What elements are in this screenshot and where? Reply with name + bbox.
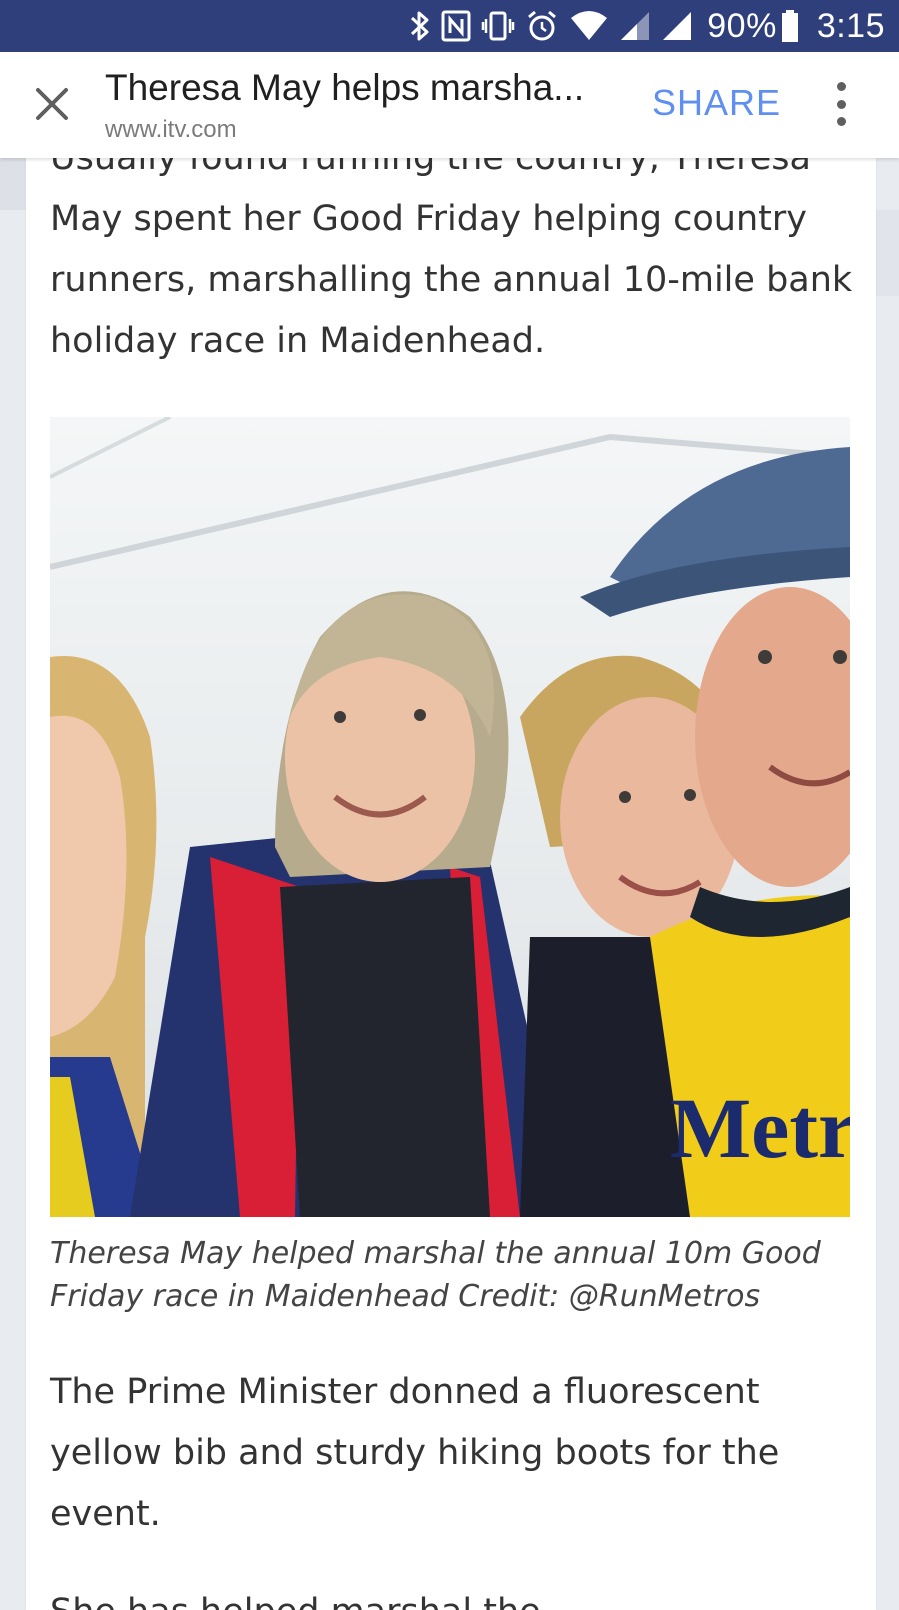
background-strip	[876, 210, 899, 296]
jersey-text: Metro	[670, 1080, 850, 1176]
alarm-icon	[525, 8, 559, 44]
title-block: Theresa May helps marsha... www.itv.com	[105, 66, 625, 144]
more-vert-icon	[836, 82, 846, 91]
battery-percent: 90%	[707, 6, 777, 45]
battery-icon	[781, 8, 799, 44]
background-strip	[0, 158, 26, 210]
custom-tab-toolbar: Theresa May helps marsha... www.itv.com …	[0, 52, 899, 158]
signal-icon	[619, 8, 651, 44]
article-paragraph: She has helped marshal the	[50, 1582, 860, 1610]
page-domain: www.itv.com	[105, 116, 237, 143]
nfc-icon	[441, 8, 471, 44]
article-photo[interactable]: Metro	[50, 417, 850, 1217]
page-title: Theresa May helps marsha...	[105, 67, 585, 108]
article-card: Usually found running the country, There…	[26, 150, 876, 1610]
photo-caption: Theresa May helped marshal the annual 10…	[50, 1236, 821, 1314]
clock: 3:15	[816, 6, 885, 45]
wifi-icon	[569, 8, 609, 44]
article-paragraph: The Prime Minister donned a fluorescent …	[50, 1372, 780, 1534]
signal-icon	[661, 8, 693, 44]
bluetooth-icon	[409, 8, 431, 44]
more-options-button[interactable]	[823, 82, 859, 126]
vibrate-icon	[481, 8, 515, 44]
status-bar: 90% 3:15	[0, 0, 899, 52]
close-button[interactable]	[28, 80, 76, 128]
article-paragraph: Usually found running the country, There…	[50, 150, 853, 361]
share-button[interactable]: SHARE	[652, 82, 781, 124]
close-icon	[36, 88, 68, 120]
